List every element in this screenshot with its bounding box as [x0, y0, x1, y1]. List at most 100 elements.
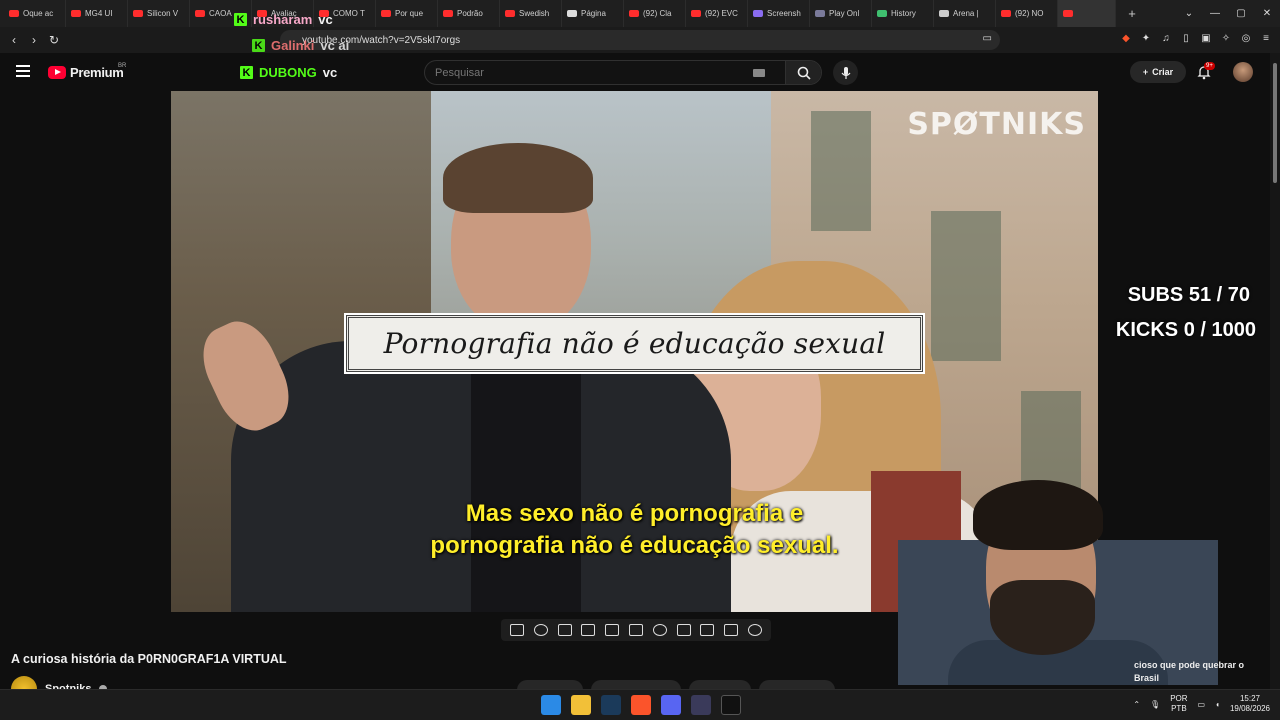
file-explorer-icon[interactable]: [571, 695, 591, 715]
media-icon[interactable]: ♫: [1160, 33, 1172, 45]
youtube-brand-text: Premium: [70, 65, 124, 80]
player-extension-toolbar: [501, 619, 771, 641]
tray-overflow-icon[interactable]: ⌃: [1133, 700, 1140, 709]
browser-tab[interactable]: Swedish: [500, 0, 562, 27]
flask-icon[interactable]: [724, 624, 739, 636]
vpn-icon[interactable]: ◎: [1240, 33, 1252, 45]
leo-ai-icon[interactable]: ✧: [1220, 33, 1232, 45]
address-bar: ‹ › ↻ youtube.com/watch?v=2V5skI7orgs ▭: [0, 27, 1280, 53]
discord-icon[interactable]: [661, 695, 681, 715]
browser-tab[interactable]: Podrão: [438, 0, 500, 27]
picture-in-picture-icon[interactable]: [605, 624, 620, 636]
hamburger-menu-icon[interactable]: [16, 65, 30, 77]
language-code: POR: [1170, 694, 1188, 703]
kick-logo-icon: K: [252, 39, 265, 52]
video-title-card: Pornografia não é educação sexual: [346, 315, 923, 372]
browser-tab[interactable]: [1058, 0, 1116, 27]
maximize-button[interactable]: ▢: [1228, 8, 1254, 19]
browser-tab[interactable]: Silicon V: [128, 0, 190, 27]
microphone-tray-icon[interactable]: 🎙: [1150, 700, 1160, 709]
add-box-icon[interactable]: [676, 624, 691, 636]
search-icon: [797, 66, 811, 80]
tab-label: Swedish: [519, 9, 550, 18]
extensions-icon[interactable]: ✦: [1140, 33, 1152, 45]
browser-tab[interactable]: Screensh: [748, 0, 810, 27]
clock-date: 19/08/2026: [1229, 704, 1270, 713]
network-icon[interactable]: ▭: [1198, 700, 1206, 709]
tab-label: Arena |: [953, 9, 979, 18]
page-scrollbar[interactable]: [1270, 53, 1280, 689]
recommended-video-title[interactable]: cioso que pode quebrar o Brasil: [1134, 659, 1244, 685]
browser-menu-icon[interactable]: ≡: [1260, 33, 1272, 45]
account-avatar[interactable]: [1233, 62, 1253, 82]
close-window-button[interactable]: ✕: [1254, 8, 1280, 19]
tab-label: Silicon V: [147, 9, 179, 18]
back-icon[interactable]: ‹: [4, 33, 24, 47]
browser-tab[interactable]: Página: [562, 0, 624, 27]
brave-browser-icon[interactable]: [631, 695, 651, 715]
tab-search-icon[interactable]: ⌄: [1176, 8, 1202, 19]
browser-tab[interactable]: Oque ac: [4, 0, 66, 27]
broadcast-icon[interactable]: [533, 624, 548, 636]
kick-logo-icon: K: [240, 66, 253, 79]
tab-favicon-icon: [567, 10, 577, 17]
loop-icon[interactable]: [509, 624, 524, 636]
camera-icon[interactable]: [700, 624, 715, 636]
sidebar-icon[interactable]: ▯: [1180, 33, 1192, 45]
steam-icon[interactable]: [601, 695, 621, 715]
tab-label: CAOA: [209, 9, 232, 18]
capcut-icon[interactable]: [721, 695, 741, 715]
eye-icon[interactable]: [557, 624, 572, 636]
create-button[interactable]: + Criar: [1130, 61, 1186, 83]
language-indicator[interactable]: POR PTB: [1170, 694, 1187, 714]
brave-shield-icon[interactable]: ◆: [1120, 33, 1132, 45]
url-field[interactable]: youtube.com/watch?v=2V5skI7orgs ▭: [280, 30, 1000, 50]
video-title: A curiosa história da P0RN0GRAF1A VIRTUA…: [11, 652, 287, 666]
microphone-icon: [841, 66, 850, 79]
speed-gauge-icon[interactable]: [652, 624, 667, 636]
browser-tab[interactable]: Play Onl: [810, 0, 872, 27]
browser-tab[interactable]: History: [872, 0, 934, 27]
tab-favicon-icon: [691, 10, 701, 17]
chat-username: Galinki: [271, 38, 315, 53]
clock[interactable]: 15:27 19/08/2026: [1230, 694, 1270, 714]
keyboard-icon[interactable]: [753, 68, 765, 77]
caption-icon[interactable]: [628, 624, 643, 636]
taskbar-apps: [541, 695, 741, 715]
search-input[interactable]: [425, 66, 753, 79]
reload-icon[interactable]: ↻: [44, 33, 64, 47]
search-box: [424, 60, 822, 85]
chat-overlay-line-1: K rusharam vc: [234, 12, 333, 27]
gear-icon[interactable]: [748, 624, 763, 636]
chat-message: vc: [318, 12, 333, 27]
browser-tab[interactable]: (92) NO: [996, 0, 1058, 27]
browser-tab[interactable]: (92) EVC: [686, 0, 748, 27]
tab-favicon-icon: [443, 10, 453, 17]
browser-tab[interactable]: Por que: [376, 0, 438, 27]
minimize-button[interactable]: —: [1202, 8, 1228, 19]
clapper-icon[interactable]: [581, 624, 596, 636]
keyboard-layout: PTB: [1171, 704, 1187, 713]
tab-favicon-icon: [71, 10, 81, 17]
building-window: [931, 211, 1001, 361]
kick-logo-icon: K: [234, 13, 247, 26]
volume-icon[interactable]: ◖: [1215, 700, 1220, 709]
forward-icon[interactable]: ›: [24, 33, 44, 47]
chat-overlay-line-2: K Galinki vc ai: [252, 38, 349, 53]
tab-label: History: [891, 9, 916, 18]
youtube-logo[interactable]: Premium: [48, 65, 124, 80]
browser-tab[interactable]: MG4 UI: [66, 0, 128, 27]
windows-start-icon[interactable]: [541, 695, 561, 715]
arrow-app-icon[interactable]: [691, 695, 711, 715]
browser-tab[interactable]: (92) Cla: [624, 0, 686, 27]
browser-tab[interactable]: Arena |: [934, 0, 996, 27]
voice-search-button[interactable]: [833, 60, 858, 85]
streamer-hair: [973, 480, 1103, 550]
cast-icon[interactable]: ▭: [983, 33, 992, 44]
tab-label: (92) EVC: [705, 9, 738, 18]
search-button[interactable]: [785, 61, 821, 84]
streamer-webcam: [898, 480, 1218, 685]
new-tab-button[interactable]: +: [1122, 6, 1142, 21]
wallet-icon[interactable]: ▣: [1200, 33, 1212, 45]
streamer-beard: [990, 580, 1095, 655]
